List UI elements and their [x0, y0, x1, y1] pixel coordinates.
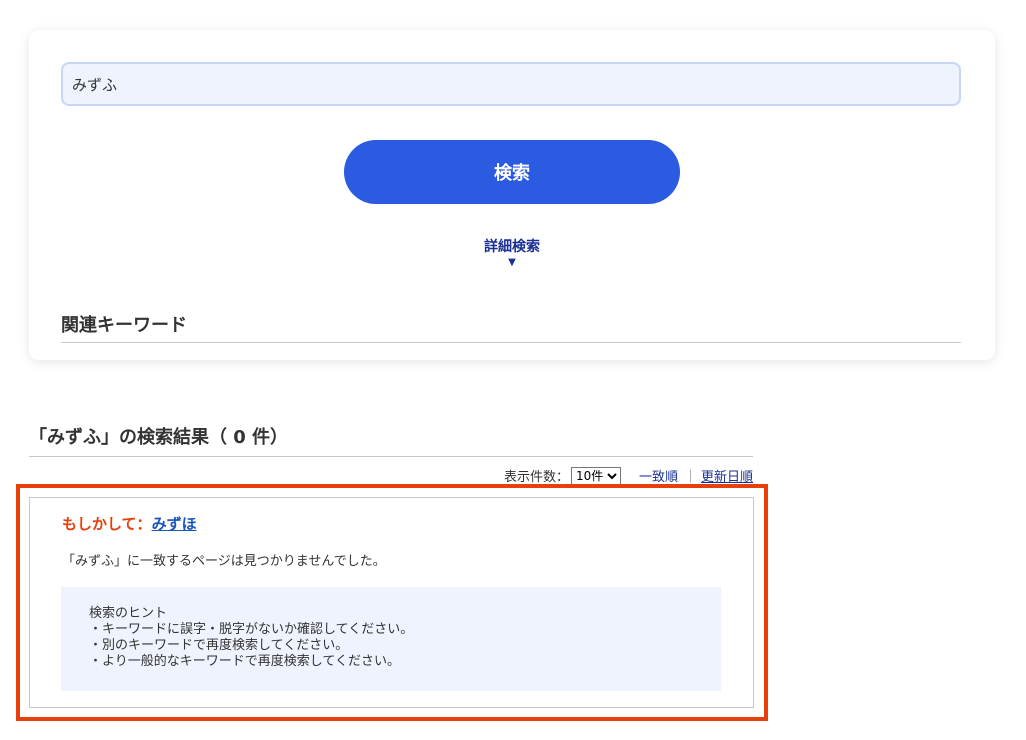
search-input[interactable] — [61, 62, 961, 106]
hint-item: ・別のキーワードで再度検索してください。 — [89, 638, 349, 653]
display-count-label: 表示件数： — [503, 470, 569, 485]
results-controls: 表示件数： 10件 一致順 ｜ 更新日順 — [504, 466, 753, 485]
suggestion-link[interactable]: みずほ — [152, 515, 197, 533]
triangle-down-icon: ▼ — [508, 257, 516, 268]
sort-separator: ｜ — [683, 470, 697, 485]
search-button[interactable]: 検索 — [344, 140, 680, 204]
display-count-select[interactable]: 10件 — [570, 466, 621, 485]
did-you-mean-label: もしかして： — [62, 515, 152, 533]
no-results-message: 「みずふ」に一致するページは見つかりませんでした。 — [62, 554, 386, 569]
sort-by-date-link[interactable]: 更新日順 — [701, 466, 753, 485]
results-heading: 「みずふ」の検索結果（ 0 件） — [29, 426, 753, 457]
hint-item: ・キーワードに誤字・脱字がないか確認してください。 — [89, 622, 414, 637]
hints-title: 検索のヒント — [89, 606, 168, 621]
advanced-search-label: 詳細検索 — [484, 239, 540, 255]
did-you-mean: もしかして：みずほ — [62, 513, 197, 534]
sort-relevance[interactable]: 一致順 — [639, 466, 678, 485]
hint-item: ・より一般的なキーワードで再度検索してください。 — [89, 654, 400, 669]
related-keywords-title: 関連キーワード — [61, 314, 961, 343]
search-panel: 検索 詳細検索 ▼ 関連キーワード — [29, 30, 995, 360]
search-hints: 検索のヒント ・キーワードに誤字・脱字がないか確認してください。 ・別のキーワー… — [61, 587, 721, 691]
advanced-search-link[interactable]: 詳細検索 ▼ — [29, 238, 995, 269]
results-box: もしかして：みずほ 「みずふ」に一致するページは見つかりませんでした。 検索のヒ… — [29, 497, 754, 708]
